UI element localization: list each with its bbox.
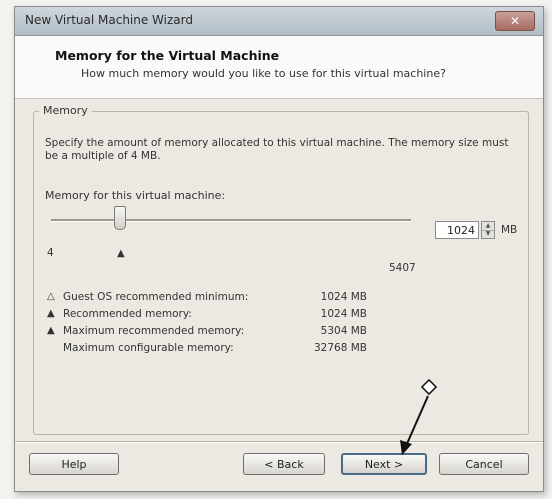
- info-value: 32768 MB: [313, 342, 367, 354]
- window-title: New Virtual Machine Wizard: [25, 13, 193, 27]
- spin-down-button[interactable]: ▼: [482, 230, 494, 238]
- info-label: Maximum recommended memory:: [63, 325, 245, 337]
- info-value: 1024 MB: [320, 308, 367, 320]
- info-label: Maximum configurable memory:: [63, 342, 234, 354]
- memory-field-label: Memory for this virtual machine:: [45, 189, 226, 202]
- hollow-triangle-icon: △: [47, 291, 55, 302]
- footer-divider: [15, 441, 543, 443]
- page-title: Memory for the Virtual Machine: [55, 48, 280, 63]
- recommended-marker-icon: ▲: [117, 248, 125, 259]
- title-bar: New Virtual Machine Wizard ✕: [15, 7, 543, 36]
- memory-description: Specify the amount of memory allocated t…: [45, 137, 509, 162]
- cancel-button[interactable]: Cancel: [439, 453, 529, 475]
- filled-triangle-icon: ▲: [47, 308, 55, 319]
- close-button[interactable]: ✕: [495, 11, 535, 31]
- page-subtitle: How much memory would you like to use fo…: [81, 67, 446, 80]
- help-button[interactable]: Help: [29, 453, 119, 475]
- info-value: 5304 MB: [320, 325, 367, 337]
- filled-triangle-icon: ▲: [47, 325, 55, 336]
- back-button[interactable]: < Back: [243, 453, 325, 475]
- slider-max-label: 5407: [389, 262, 416, 274]
- info-label: Guest OS recommended minimum:: [63, 291, 249, 303]
- info-value: 1024 MB: [320, 291, 367, 303]
- next-button[interactable]: Next >: [341, 453, 427, 475]
- info-label: Recommended memory:: [63, 308, 192, 320]
- memory-unit-label: MB: [501, 224, 518, 236]
- wizard-window: New Virtual Machine Wizard ✕ Memory for …: [14, 6, 544, 492]
- memory-slider-track[interactable]: [51, 219, 411, 222]
- wizard-header: Memory for the Virtual Machine How much …: [15, 36, 543, 99]
- memory-group-label: Memory: [39, 104, 92, 117]
- memory-slider-thumb[interactable]: [114, 206, 126, 230]
- memory-spinner: ▲ ▼: [481, 221, 495, 239]
- memory-size-input[interactable]: [435, 221, 479, 239]
- close-icon: ✕: [509, 14, 521, 28]
- slider-min-label: 4: [47, 247, 54, 259]
